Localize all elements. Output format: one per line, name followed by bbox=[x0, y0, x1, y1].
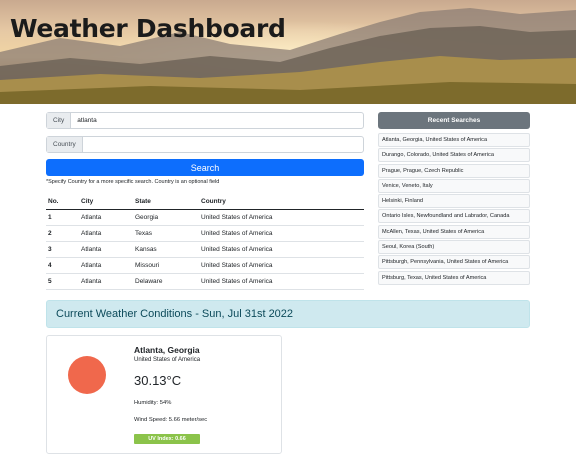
row-city: Atlanta bbox=[79, 257, 133, 274]
city-label: City bbox=[47, 113, 72, 128]
country-label: Country bbox=[47, 137, 83, 152]
column-header-no: No. bbox=[46, 194, 79, 210]
hero-banner: Weather Dashboard bbox=[0, 0, 576, 104]
row-state: Kansas bbox=[133, 241, 199, 258]
row-city: Atlanta bbox=[79, 209, 133, 226]
row-country: United States of America bbox=[199, 257, 364, 274]
country-input[interactable] bbox=[82, 137, 363, 152]
recent-searches-list: Atlanta, Georgia, United States of Ameri… bbox=[378, 133, 530, 286]
row-country: United States of America bbox=[199, 225, 364, 242]
current-conditions-banner: Current Weather Conditions - Sun, Jul 31… bbox=[46, 300, 530, 328]
weather-humidity: Humidity: 54% bbox=[134, 400, 172, 406]
recent-search-item[interactable]: Venice, Veneto, Italy bbox=[378, 178, 530, 193]
column-header-city: City bbox=[79, 194, 133, 210]
results-table: No. City State Country 1 Atlanta Georgia… bbox=[46, 194, 364, 290]
row-number: 5 bbox=[46, 273, 79, 290]
city-input[interactable] bbox=[71, 113, 363, 128]
row-country: United States of America bbox=[199, 241, 364, 258]
recent-search-item[interactable]: Ontario Isles, Newfoundland and Labrador… bbox=[378, 209, 530, 224]
row-country: United States of America bbox=[199, 273, 364, 290]
weather-card: Atlanta, Georgia United States of Americ… bbox=[46, 335, 282, 454]
row-state: Missouri bbox=[133, 257, 199, 274]
results-header-row: No. City State Country bbox=[46, 194, 364, 210]
sun-icon bbox=[68, 356, 106, 394]
search-button[interactable]: Search bbox=[46, 159, 364, 176]
row-city: Atlanta bbox=[79, 241, 133, 258]
column-header-country: Country bbox=[199, 194, 364, 210]
recent-search-item[interactable]: Seoul, Korea (South) bbox=[378, 240, 530, 255]
recent-search-item[interactable]: Pittsburgh, Pennsylvania, United States … bbox=[378, 255, 530, 270]
column-header-state: State bbox=[133, 194, 199, 210]
row-state: Delaware bbox=[133, 273, 199, 290]
row-number: 3 bbox=[46, 241, 79, 258]
recent-search-item[interactable]: Pittsburg, Texas, United States of Ameri… bbox=[378, 270, 530, 285]
recent-search-item[interactable]: Atlanta, Georgia, United States of Ameri… bbox=[378, 133, 530, 147]
table-row[interactable]: 1 Atlanta Georgia United States of Ameri… bbox=[46, 209, 364, 226]
recent-search-item[interactable]: McAllen, Texas, United States of America bbox=[378, 224, 530, 239]
recent-search-item[interactable]: Durango, Colorado, United States of Amer… bbox=[378, 148, 530, 163]
table-row[interactable]: 2 Atlanta Texas United States of America bbox=[46, 225, 364, 242]
weather-wind-speed: Wind Speed: 5.66 meter/sec bbox=[134, 417, 208, 423]
city-input-group: City bbox=[46, 112, 364, 129]
row-city: Atlanta bbox=[79, 273, 133, 290]
weather-country: United States of America bbox=[134, 357, 201, 363]
table-row[interactable]: 5 Atlanta Delaware United States of Amer… bbox=[46, 273, 364, 290]
search-hint: *Specify Country for a more specific sea… bbox=[46, 179, 220, 185]
recent-search-item[interactable]: Prague, Prague, Czech Republic bbox=[378, 163, 530, 178]
row-state: Georgia bbox=[133, 209, 199, 226]
weather-temperature: 30.13°C bbox=[134, 373, 182, 388]
recent-search-item[interactable]: Helsinki, Finland bbox=[378, 194, 530, 209]
row-number: 1 bbox=[46, 209, 79, 226]
uv-index-badge: UV Index: 0.66 bbox=[134, 434, 200, 444]
row-number: 2 bbox=[46, 225, 79, 242]
table-row[interactable]: 3 Atlanta Kansas United States of Americ… bbox=[46, 241, 364, 258]
row-number: 4 bbox=[46, 257, 79, 274]
row-country: United States of America bbox=[199, 209, 364, 226]
table-row[interactable]: 4 Atlanta Missouri United States of Amer… bbox=[46, 257, 364, 274]
weather-city: Atlanta, Georgia bbox=[134, 345, 200, 355]
page-title: Weather Dashboard bbox=[10, 14, 286, 43]
row-city: Atlanta bbox=[79, 225, 133, 242]
row-state: Texas bbox=[133, 225, 199, 242]
country-input-group: Country bbox=[46, 136, 364, 153]
recent-searches-header: Recent Searches bbox=[378, 112, 530, 129]
